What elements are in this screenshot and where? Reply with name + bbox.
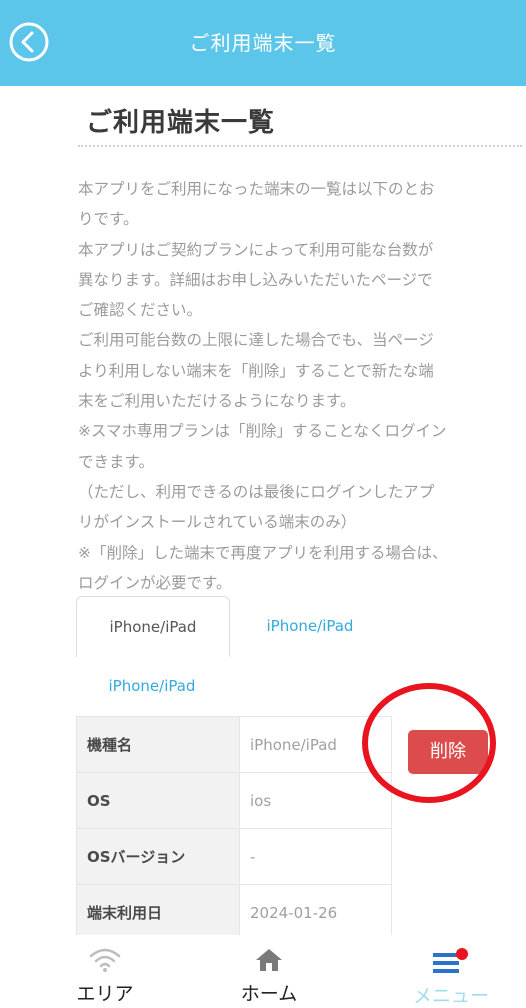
home-icon <box>256 949 282 971</box>
description-line: 本アプリはご契約プランによって利用可能な台数が <box>78 240 434 259</box>
page-title: ご利用端末一覧 <box>86 108 276 138</box>
tab-device-1[interactable]: iPhone/iPad <box>76 596 230 657</box>
device-tabs: iPhone/iPad iPhone/iPad iPhone/iPad <box>76 596 526 695</box>
description-line: 本アプリをご利用になった端末の一覧は以下のとお <box>78 180 435 198</box>
description-line: ※スマホ専用プランは「削除」することなくログイン <box>78 422 447 441</box>
description-line: ご確認ください。 <box>78 301 203 320</box>
nav-label-menu: メニュー <box>412 985 489 1007</box>
description-line: より利用しない端末を「削除」することで新たな端 <box>78 361 434 380</box>
os-label: OS <box>76 772 240 829</box>
model-value: iPhone/iPad <box>239 716 392 773</box>
device-info-table: 機種名 iPhone/iPad OS ios OSバージョン - 端末利用日 2… <box>76 716 392 941</box>
app-header: ご利用端末一覧 <box>0 0 526 86</box>
table-row: OS ios <box>76 772 392 829</box>
nav-item-area[interactable]: エリア <box>30 935 180 1006</box>
description-line: ご利用可能台数の上限に達した場合でも、当ページ <box>78 331 434 350</box>
table-row: 機種名 iPhone/iPad <box>76 716 392 773</box>
tab-device-3[interactable]: iPhone/iPad <box>76 656 228 716</box>
description-line: （ただし、利用できるのは最後にログインしたアプ <box>78 482 435 501</box>
description-line: リがインストールされている端末のみ） <box>78 513 357 532</box>
wifi-icon <box>89 948 121 972</box>
delete-button[interactable]: 削除 <box>408 730 488 774</box>
description-line: 末をご利用いただけるようになります。 <box>78 392 356 411</box>
os-version-label: OSバージョン <box>76 828 240 885</box>
nav-label-area: エリア <box>76 983 134 1005</box>
os-value: ios <box>239 772 392 829</box>
description-line: できます。 <box>78 452 154 471</box>
model-label: 機種名 <box>76 716 240 773</box>
menu-icon <box>433 948 468 973</box>
os-version-value: - <box>239 828 392 885</box>
description-line: ログインが必要です。 <box>78 573 232 592</box>
last-used-value: 2024-01-26 <box>239 884 392 941</box>
bottom-nav: エリア ホーム メニュー <box>0 935 526 1007</box>
nav-item-menu[interactable]: メニュー <box>376 935 526 1008</box>
description-line: ※「削除」した端末で再度アプリを利用する場合は、 <box>78 543 448 562</box>
tab-device-2[interactable]: iPhone/iPad <box>240 596 380 656</box>
table-row: OSバージョン - <box>76 828 392 885</box>
table-row: 端末利用日 2024-01-26 <box>76 884 392 941</box>
last-used-label: 端末利用日 <box>76 884 240 941</box>
nav-label-home: ホーム <box>240 983 298 1005</box>
nav-item-home[interactable]: ホーム <box>194 935 344 1006</box>
title-divider <box>78 145 522 147</box>
header-title: ご利用端末一覧 <box>189 31 337 55</box>
description-line: りです。 <box>78 210 139 229</box>
description: 本アプリをご利用になった端末の一覧は以下のとお りです。 本アプリはご契約プラン… <box>78 174 526 598</box>
description-line: 異なります。詳細はお申し込みいただいたページで <box>78 270 433 289</box>
